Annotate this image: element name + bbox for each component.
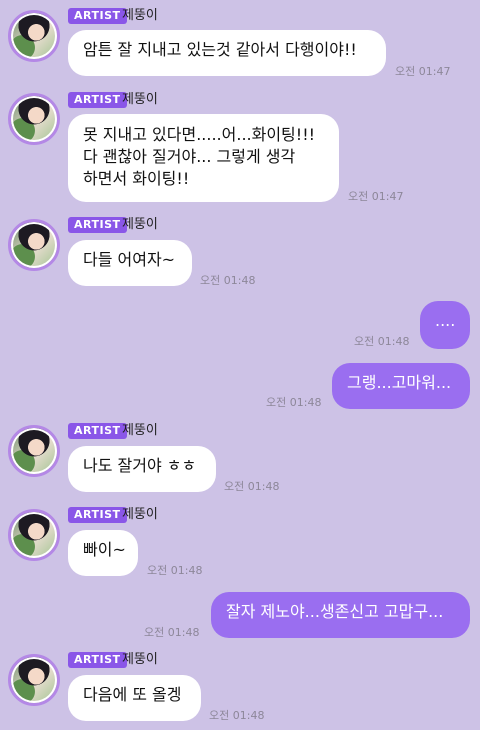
message-bubble[interactable]: 다음에 또 올겡 [68,675,201,721]
message-time: 오전 01:48 [354,335,410,348]
sender-name: 제뚱이 [122,217,158,232]
my-message-bubble[interactable]: 그랭...고마워... [332,363,470,409]
message-line: 못 지내고 있다면.....어...화이팅!!! [83,125,316,144]
message-bubble[interactable]: 암튼 잘 지내고 있는것 같아서 다행이야!! [68,30,386,76]
message-time: 오전 01:47 [348,190,404,203]
my-message-bubble[interactable]: 잘자 제노야...생존신고 고맙구... [211,592,470,638]
message-time: 오전 01:48 [266,396,322,409]
sender-name: 제뚱이 [122,507,158,522]
sender-name: 제뚱이 [122,92,158,107]
message-line: 하면서 화이팅!! [83,169,190,188]
message-bubble[interactable]: 빠이~ [68,530,138,576]
sender-name: 제뚱이 [122,652,158,667]
message-bubble[interactable]: 나도 잘거야 ㅎㅎ [68,446,216,492]
message-bubble[interactable]: 못 지내고 있다면.....어...화이팅!!! 다 괜찮아 질거야... 그렇… [68,114,339,202]
message-bubble[interactable]: 다들 어여자~ [68,240,192,286]
message-line: 다 괜찮아 질거야... 그렇게 생각 [83,147,296,166]
message-time: 오전 01:48 [200,274,256,287]
avatar[interactable] [8,509,60,561]
message-time: 오전 01:48 [147,564,203,577]
artist-badge: ARTIST [68,507,127,523]
avatar[interactable] [8,654,60,706]
avatar[interactable] [8,219,60,271]
message-time: 오전 01:48 [144,626,200,639]
message-time: 오전 01:47 [395,65,451,78]
sender-name: 제뚱이 [122,8,158,23]
artist-badge: ARTIST [68,8,127,24]
avatar[interactable] [8,93,60,145]
artist-badge: ARTIST [68,92,127,108]
avatar[interactable] [8,10,60,62]
artist-badge: ARTIST [68,217,127,233]
message-time: 오전 01:48 [224,480,280,493]
artist-badge: ARTIST [68,423,127,439]
artist-badge: ARTIST [68,652,127,668]
sender-name: 제뚱이 [122,423,158,438]
message-time: 오전 01:48 [209,709,265,722]
my-message-bubble[interactable]: .... [420,301,470,349]
avatar[interactable] [8,425,60,477]
